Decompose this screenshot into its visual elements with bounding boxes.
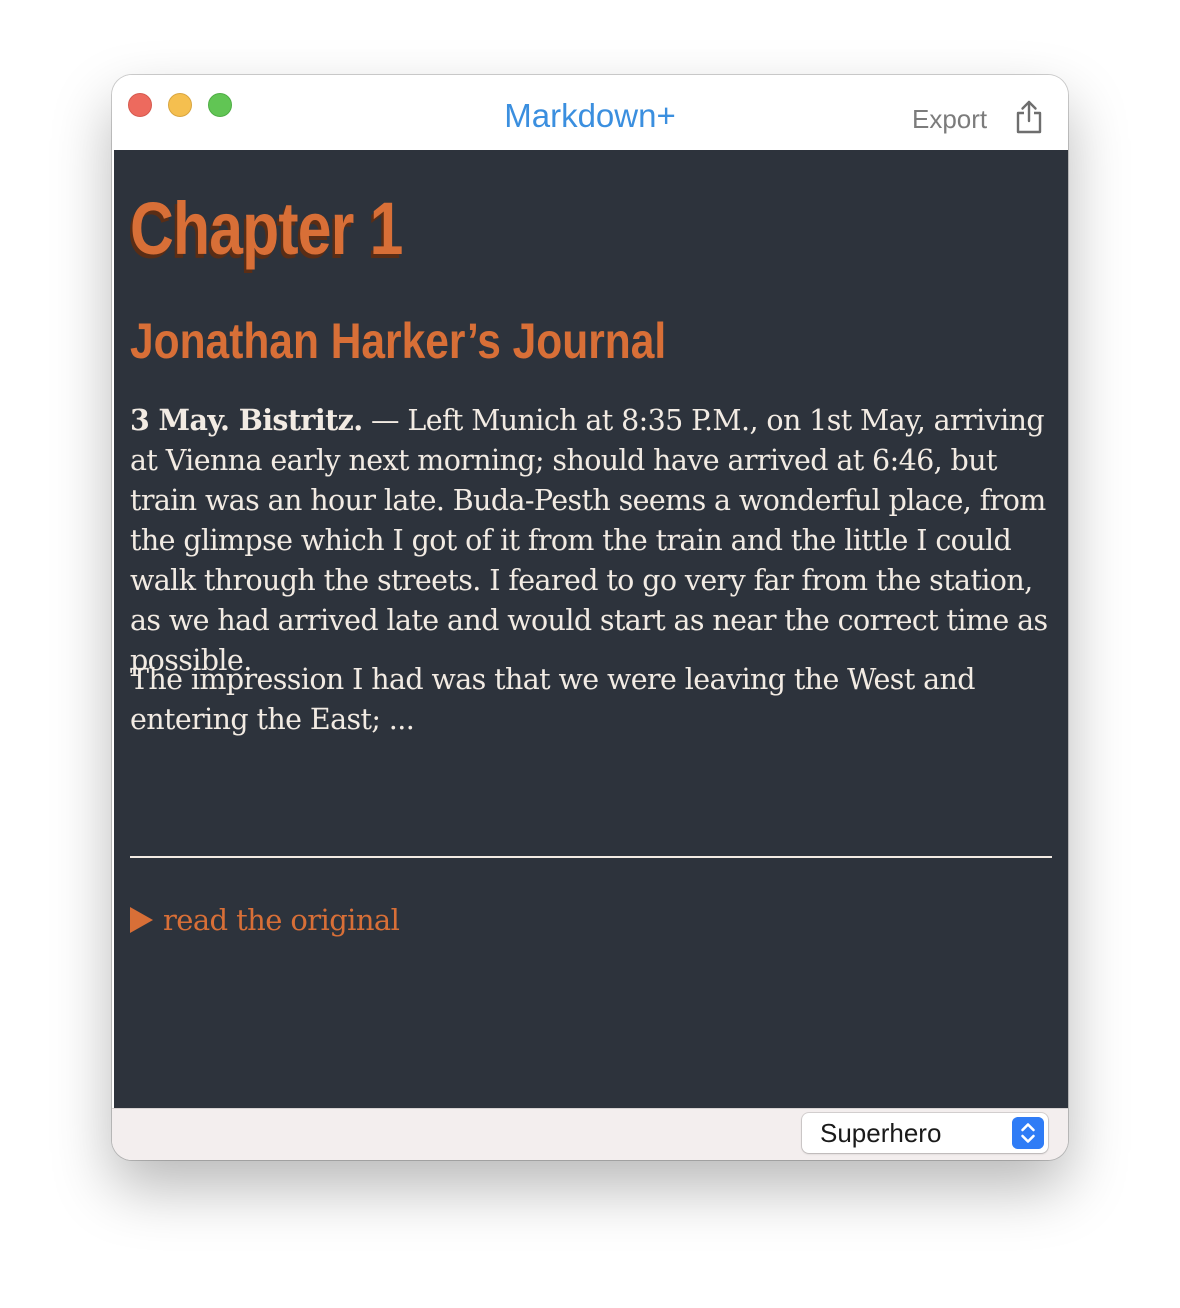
title-bar: Markdown+ Export: [112, 75, 1068, 150]
markdown-preview: Chapter 1 Jonathan Harker’s Journal 3 Ma…: [114, 150, 1068, 1108]
theme-select[interactable]: Superhero: [802, 1113, 1048, 1153]
horizontal-rule: [130, 856, 1052, 858]
disclosure-triangle-icon[interactable]: [130, 907, 153, 933]
theme-select-value[interactable]: Superhero: [820, 1117, 941, 1149]
paragraph-1: 3 May. Bistritz. — Left Munich at 8:35 P…: [130, 400, 1055, 681]
paragraph-1-bold: 3 May. Bistritz.: [130, 403, 363, 437]
disclosure-label[interactable]: read the original: [163, 903, 400, 937]
journal-heading: Jonathan Harker’s Journal: [130, 313, 667, 369]
chapter-heading: Chapter 1: [130, 187, 403, 270]
paragraph-1-text: — Left Munich at 8:35 P.M., on 1st May, …: [130, 404, 1048, 677]
app-window: Markdown+ Export Chapter 1 Jonathan Hark…: [112, 75, 1068, 1160]
chevron-up-down-icon[interactable]: [1012, 1117, 1044, 1149]
paragraph-2: The impression I had was that we were le…: [130, 663, 976, 736]
export-button[interactable]: Export: [912, 103, 987, 135]
bottom-bar: Superhero: [112, 1108, 1068, 1160]
share-icon[interactable]: [1014, 99, 1044, 135]
read-original-disclosure[interactable]: read the original: [130, 900, 400, 940]
